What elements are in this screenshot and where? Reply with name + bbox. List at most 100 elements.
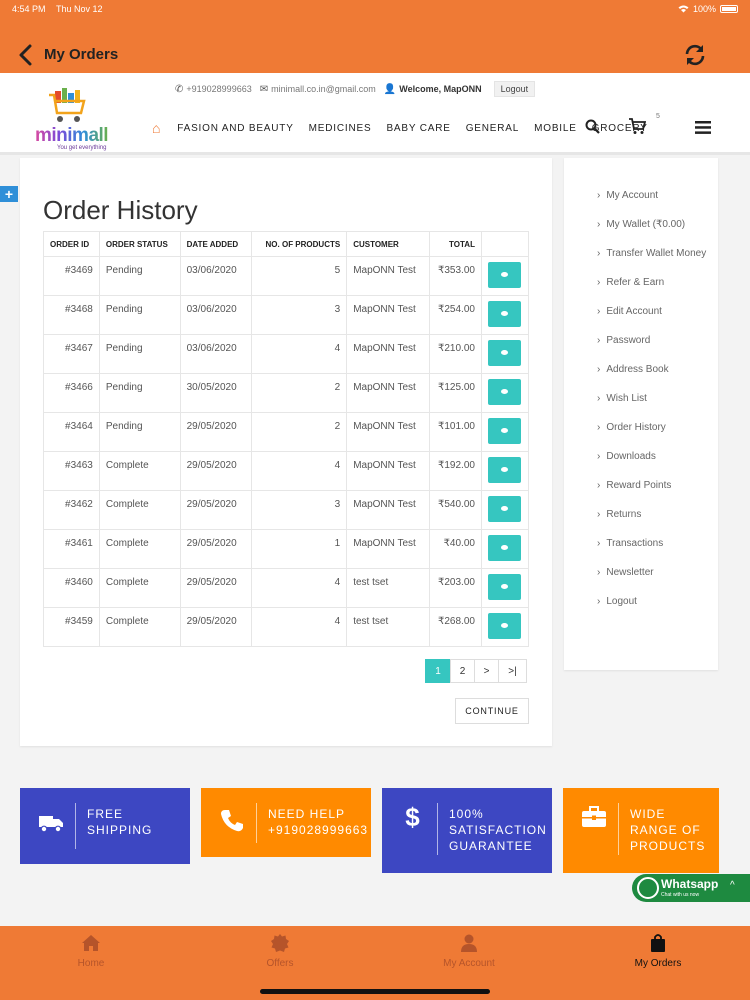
- feature-wide-range: WIDE RANGE OF PRODUCTS: [563, 788, 719, 873]
- table-row: #3463 Complete 29/05/2020 4 MapONN Test ₹192.…: [43, 451, 530, 491]
- account-menu-item[interactable]: › Newsletter: [597, 565, 707, 580]
- order-customer-cell: MapONN Test: [346, 373, 430, 413]
- chevron-right-icon: ›: [597, 451, 601, 462]
- continue-button[interactable]: CONTINUE: [455, 698, 529, 724]
- col-order-id: ORDER ID: [43, 231, 100, 257]
- feature-free-shipping: FREE SHIPPING: [20, 788, 190, 864]
- view-order-eye-icon[interactable]: [488, 418, 522, 444]
- page-2-button[interactable]: 2: [450, 659, 475, 683]
- nav-baby-care[interactable]: BABY CARE: [386, 123, 450, 134]
- tab-home[interactable]: Home: [31, 933, 151, 969]
- account-menu: › My Account › My Wallet (₹0.00) › Transfer W…: [597, 188, 707, 623]
- tab-offers[interactable]: Offers: [220, 933, 340, 969]
- view-order-eye-icon[interactable]: [488, 262, 522, 288]
- tab-my-orders[interactable]: My Orders: [598, 933, 718, 969]
- whatsapp-chat-button[interactable]: Whatsapp Chat with us now ^: [632, 874, 750, 902]
- feature-1-line-1: FREE: [87, 807, 124, 821]
- account-menu-item[interactable]: › Transactions: [597, 536, 707, 551]
- page-1-button[interactable]: 1: [425, 659, 451, 683]
- view-order-eye-icon[interactable]: [488, 379, 522, 405]
- order-id-cell: #3466: [43, 373, 100, 413]
- nav-home-icon[interactable]: ⌂: [152, 120, 161, 136]
- battery-icon: [720, 5, 738, 13]
- order-date-cell: 30/05/2020: [179, 373, 252, 413]
- order-id-cell: #3459: [43, 607, 100, 647]
- header-logout-button[interactable]: Logout: [493, 81, 536, 97]
- order-products-cell: 2: [250, 373, 348, 413]
- back-arrow-icon[interactable]: [16, 42, 36, 68]
- view-order-eye-icon[interactable]: [488, 301, 522, 327]
- tab-my-account[interactable]: My Account: [409, 933, 529, 969]
- view-order-eye-icon[interactable]: [488, 613, 522, 639]
- cart-icon[interactable]: [628, 117, 646, 135]
- last-page-button[interactable]: >|: [498, 659, 527, 683]
- order-products-cell: 1: [250, 529, 348, 569]
- top-contact-bar: ✆ +919028999663 ✉ minimall.co.in@gmail.c…: [175, 81, 536, 97]
- feature-3-line-2: SATISFACTION: [449, 823, 547, 837]
- feature-2-line-2[interactable]: +919028999663: [268, 822, 368, 838]
- view-order-eye-icon[interactable]: [488, 457, 522, 483]
- truck-icon: [39, 816, 63, 833]
- view-order-eye-icon[interactable]: [488, 496, 522, 522]
- nav-fashion-beauty[interactable]: FASION AND BEAUTY: [177, 123, 293, 134]
- order-action-cell: [480, 256, 530, 296]
- account-menu-item-label: Reward Points: [606, 480, 672, 491]
- account-menu-item[interactable]: › My Wallet (₹0.00): [597, 217, 707, 232]
- next-page-button[interactable]: >: [474, 659, 499, 683]
- wifi-icon: [678, 5, 689, 13]
- search-icon[interactable]: [585, 119, 600, 134]
- chevron-up-icon: ^: [730, 880, 735, 891]
- feature-satisfaction: $ 100% SATISFACTION GUARANTEE: [382, 788, 552, 873]
- header-email[interactable]: minimall.co.in@gmail.com: [271, 84, 376, 94]
- account-menu-item[interactable]: › Returns: [597, 507, 707, 522]
- account-menu-item[interactable]: › Edit Account: [597, 304, 707, 319]
- order-id-cell: #3469: [43, 256, 100, 296]
- account-menu-item[interactable]: › Password: [597, 333, 707, 348]
- chevron-right-icon: ›: [597, 422, 601, 433]
- side-plus-tab[interactable]: +: [0, 186, 18, 202]
- order-date-cell: 29/05/2020: [179, 451, 252, 491]
- status-right: 100%: [678, 4, 738, 14]
- home-indicator[interactable]: [260, 989, 490, 994]
- refresh-icon[interactable]: [683, 43, 707, 67]
- feature-4-line-3: PRODUCTS: [630, 839, 706, 853]
- nav-general[interactable]: GENERAL: [466, 123, 519, 134]
- phone-small-icon: ✆: [175, 83, 184, 95]
- order-history-card: Order History ORDER ID ORDER STATUS DATE…: [20, 158, 552, 746]
- order-action-cell: [480, 334, 530, 374]
- minimall-logo[interactable]: minimall You get everything: [35, 85, 119, 155]
- chevron-right-icon: ›: [597, 480, 601, 491]
- account-menu-item[interactable]: › Refer & Earn: [597, 275, 707, 290]
- account-menu-item[interactable]: › Address Book: [597, 362, 707, 377]
- chevron-right-icon: ›: [597, 219, 601, 230]
- order-products-cell: 3: [250, 490, 348, 530]
- order-products-cell: 4: [250, 334, 348, 374]
- view-order-eye-icon[interactable]: [488, 574, 522, 600]
- nav-medicines[interactable]: MEDICINES: [309, 123, 372, 134]
- feature-need-help: NEED HELP +919028999663: [201, 788, 371, 857]
- account-menu-item[interactable]: › Reward Points: [597, 478, 707, 493]
- order-products-cell: 4: [250, 568, 348, 608]
- account-menu-item[interactable]: › Transfer Wallet Money: [597, 246, 707, 261]
- account-menu-item[interactable]: › Order History: [597, 420, 707, 435]
- nav-mobile[interactable]: MOBILE: [534, 123, 577, 134]
- logo-cart-icon: [49, 88, 86, 122]
- account-menu-item-label: Order History: [606, 422, 666, 433]
- table-row: #3467 Pending 03/06/2020 4 MapONN Test ₹210.0…: [43, 334, 530, 374]
- account-menu-item[interactable]: › Wish List: [597, 391, 707, 406]
- view-order-eye-icon[interactable]: [488, 340, 522, 366]
- col-action: [480, 231, 530, 257]
- pagination: 1 2 > >|: [425, 659, 527, 683]
- account-menu-item[interactable]: › My Account: [597, 188, 707, 203]
- order-total-cell: ₹203.00: [428, 568, 482, 608]
- account-sidebar: › My Account › My Wallet (₹0.00) › Transfer W…: [564, 158, 718, 670]
- order-status-cell: Pending: [98, 256, 181, 296]
- battery-percent: 100%: [692, 4, 716, 14]
- account-menu-item[interactable]: › Logout: [597, 594, 707, 609]
- header-phone[interactable]: +919028999663: [186, 84, 251, 94]
- account-menu-item[interactable]: › Downloads: [597, 449, 707, 464]
- view-order-eye-icon[interactable]: [488, 535, 522, 561]
- status-bar: 4:54 PM Thu Nov 12 100%: [12, 4, 738, 16]
- hamburger-menu-icon[interactable]: [695, 121, 711, 134]
- order-action-cell: [480, 451, 530, 491]
